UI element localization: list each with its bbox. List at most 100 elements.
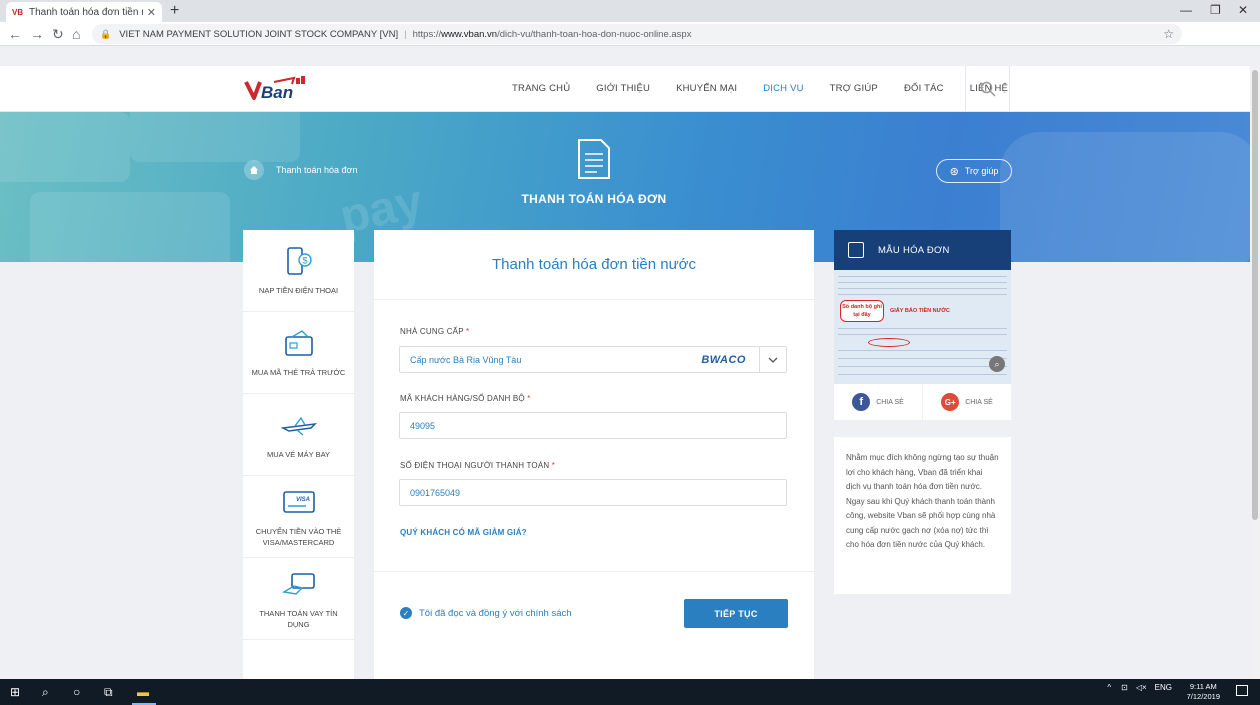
page-scrollbar[interactable] — [1250, 66, 1260, 679]
share-bar: f CHIA SẺ G+ CHIA SẺ — [834, 384, 1011, 420]
service-item-flight[interactable]: MUA VÉ MÁY BAY — [243, 394, 354, 476]
vban-favicon-icon: VB — [12, 7, 24, 17]
service-item-prepaid-card[interactable]: MUA MÃ THẺ TRẢ TRƯỚC — [243, 312, 354, 394]
help-button[interactable]: ⊛ Trợ giúp — [936, 159, 1012, 183]
service-label: CHUYỂN TIỀN VÀO THẺ VISA/MASTERCARD — [255, 526, 342, 547]
language-indicator[interactable]: ENG — [1155, 683, 1172, 692]
certificate-org: VIET NAM PAYMENT SOLUTION JOINT STOCK CO… — [119, 28, 399, 40]
google-plus-icon: G+ — [941, 393, 960, 411]
url-path: /dich-vu/thanh-toan-hoa-don-nuoc-online.… — [497, 28, 692, 40]
phone-money-icon: $ — [286, 247, 312, 275]
provider-select[interactable]: Cấp nước Bà Rịa Vũng Tàu BWACO — [399, 346, 787, 373]
clock[interactable]: 9:11 AM 7/12/2019 — [1187, 682, 1220, 702]
service-label: MUA MÃ THẺ TRẢ TRƯỚC — [251, 368, 346, 377]
menu-services[interactable]: DỊCH VỤ — [763, 83, 803, 94]
menu-promotions[interactable]: KHUYẾN MẠI — [676, 83, 737, 94]
browser-tab-bar: VB Thanh toán hóa đơn tiền nước, h ✕ + —… — [0, 0, 1260, 22]
clock-date: 7/12/2019 — [1186, 692, 1220, 701]
keyboard-key-decoration — [130, 112, 300, 162]
phone-value: 0901765049 — [410, 487, 461, 498]
cortana-icon[interactable]: ○ — [73, 685, 80, 699]
service-sidebar: $ NẠP TIỀN ĐIỆN THOẠI MUA MÃ THẺ TRẢ TRƯ… — [243, 230, 354, 679]
required-mark: * — [551, 461, 556, 470]
windows-start-icon[interactable]: ⊞ — [10, 685, 20, 699]
sample-invoice-header: MẪU HÓA ĐƠN — [834, 230, 1011, 270]
phone-input[interactable]: 0901765049 — [399, 479, 787, 506]
home-icon[interactable] — [244, 160, 264, 180]
provider-label-text: NHÀ CUNG CẤP — [400, 327, 464, 336]
site-header: Ban TRANG CHỦ GIỚI THIỆU KHUYẾN MẠI DỊCH… — [0, 66, 1250, 112]
provider-label: NHÀ CUNG CẤP * — [400, 327, 469, 336]
scrollbar-thumb[interactable] — [1252, 70, 1258, 520]
service-item-visa-transfer[interactable]: VISA CHUYỂN TIỀN VÀO THẺ VISA/MASTERCARD — [243, 476, 354, 558]
service-label: THANH TOÁN VAY TÍN DỤNG — [259, 608, 338, 629]
invoice-icon — [848, 242, 864, 258]
document-icon — [578, 139, 610, 179]
share-google-button[interactable]: G+ CHIA SẺ — [922, 384, 1011, 420]
menu-help[interactable]: TRỢ GIÚP — [830, 83, 878, 94]
share-google-label: CHIA SẺ — [965, 398, 993, 406]
share-facebook-button[interactable]: f CHIA SẺ — [834, 384, 922, 420]
bookmark-star-icon[interactable]: ☆ — [1163, 27, 1174, 41]
home-icon[interactable]: ⌂ — [72, 26, 80, 42]
new-tab-icon[interactable]: + — [170, 2, 179, 20]
prepaid-card-icon — [284, 330, 313, 356]
window-close-icon[interactable]: ✕ — [1238, 3, 1248, 17]
promo-code-link[interactable]: QUÝ KHÁCH CÓ MÃ GIẢM GIÁ? — [400, 528, 527, 537]
zoom-icon[interactable]: ⌕ — [989, 356, 1005, 372]
service-description: Nhằm mục đích không ngừng tạo sự thuận l… — [834, 437, 1011, 594]
volume-icon[interactable]: ◁× — [1136, 683, 1147, 692]
url-prefix: https:// — [412, 28, 442, 40]
address-bar[interactable]: 🔒 VIET NAM PAYMENT SOLUTION JOINT STOCK … — [92, 24, 1182, 44]
keyboard-key-decoration — [0, 112, 130, 182]
menu-partners[interactable]: ĐỐI TÁC — [904, 83, 944, 94]
address-separator: | — [404, 28, 407, 40]
folder-icon: ▬ — [137, 685, 149, 699]
service-label: MUA VÉ MÁY BAY — [266, 450, 331, 459]
checkmark-icon[interactable]: ✓ — [400, 607, 412, 619]
menu-about[interactable]: GIỚI THIỆU — [596, 83, 650, 94]
lock-icon: 🔒 — [100, 28, 112, 39]
breadcrumb-current[interactable]: Thanh toán hóa đơn — [276, 165, 357, 175]
continue-button[interactable]: TIẾP TỤC — [684, 599, 788, 628]
back-icon[interactable]: ← — [8, 26, 22, 42]
service-item-topup[interactable]: $ NẠP TIỀN ĐIỆN THOẠI — [243, 230, 354, 312]
customer-code-value: 49095 — [410, 420, 436, 431]
url-host: www.vban.vn — [441, 28, 498, 40]
visa-card-icon: VISA — [282, 490, 315, 513]
search-button[interactable] — [965, 66, 1010, 112]
invoice-heading: GIẤY BÁO TIỀN NƯỚC — [890, 308, 950, 314]
reload-icon[interactable]: ↻ — [52, 26, 64, 43]
minimize-icon[interactable]: — — [1180, 3, 1192, 17]
windows-taskbar: ⊞ ⌕ ○ ⧉ ▬ ^ ⊡ ◁× ENG 9:11 AM 7/12/2019 — [0, 679, 1260, 705]
file-explorer-taskbar-button[interactable]: ▬ — [132, 679, 156, 705]
network-icon[interactable]: ⊡ — [1121, 683, 1128, 692]
chevron-up-icon[interactable]: ^ — [1107, 683, 1111, 692]
phone-label: SỐ ĐIỆN THOẠI NGƯỜI THANH TOÁN * — [400, 461, 555, 470]
bwaco-logo: BWACO — [701, 354, 746, 366]
agree-checkbox[interactable]: ✓ Tôi đã đọc và đồng ý với chính sách — [400, 607, 572, 619]
notification-icon[interactable] — [1236, 685, 1248, 696]
restore-icon[interactable]: ❐ — [1210, 3, 1221, 17]
service-item-credit-loan[interactable]: THANH TOÁN VAY TÍN DỤNG — [243, 558, 354, 640]
clock-time: 9:11 AM — [1189, 682, 1217, 691]
forward-icon[interactable]: → — [30, 26, 44, 42]
help-label: Trợ giúp — [964, 166, 999, 176]
vban-logo[interactable]: Ban — [244, 76, 306, 102]
customer-code-input[interactable]: 49095 — [399, 412, 787, 439]
close-icon[interactable]: ✕ — [147, 6, 156, 19]
customer-code-label-text: MÃ KHÁCH HÀNG/SỐ DANH BỘ — [400, 394, 525, 403]
sample-invoice-title: MẪU HÓA ĐƠN — [878, 244, 950, 256]
customer-code-label: MÃ KHÁCH HÀNG/SỐ DANH BỘ * — [400, 394, 531, 403]
browser-tab[interactable]: VB Thanh toán hóa đơn tiền nước, h ✕ — [6, 2, 162, 22]
task-view-icon[interactable]: ⧉ — [104, 685, 113, 700]
search-icon[interactable]: ⌕ — [42, 685, 49, 700]
menu-home[interactable]: TRANG CHỦ — [512, 83, 570, 94]
sample-invoice-image[interactable]: Số danh bộ ghi tại đây GIẤY BÁO TIỀN NƯỚ… — [834, 270, 1011, 384]
vban-logo-icon: Ban — [244, 76, 305, 102]
chevron-down-icon[interactable] — [759, 347, 786, 372]
agree-text: Tôi đã đọc và đồng ý với chính sách — [419, 607, 572, 619]
main-menu: TRANG CHỦ GIỚI THIỆU KHUYẾN MẠI DỊCH VỤ … — [512, 83, 1034, 94]
facebook-icon: f — [852, 393, 871, 411]
tab-title: Thanh toán hóa đơn tiền nước, h — [29, 6, 143, 18]
